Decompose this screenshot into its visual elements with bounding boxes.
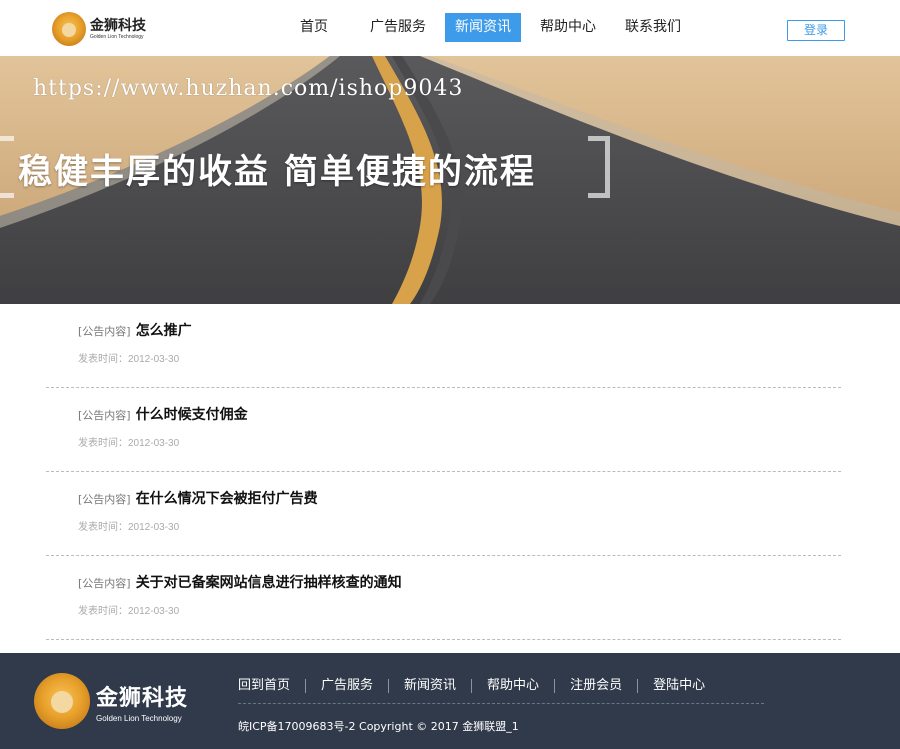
lion-logo-icon [52, 12, 86, 46]
footer-link-register[interactable]: 注册会员 [554, 679, 637, 693]
site-footer: 金狮科技 Golden Lion Technology 回到首页 广告服务 新闻… [0, 653, 900, 749]
footer-link-help[interactable]: 帮助中心 [471, 679, 554, 693]
news-tag: [公告内容] [78, 493, 131, 506]
list-item: [公告内容] 什么时候支付佣金 发表时间：2012-03-30 [46, 388, 841, 472]
nav-help[interactable]: 帮助中心 [530, 13, 606, 42]
news-tag: [公告内容] [78, 577, 131, 590]
news-list: [公告内容] 怎么推广 发表时间：2012-03-30 [公告内容] 什么时候支… [46, 304, 841, 640]
nav-home[interactable]: 首页 [290, 13, 338, 42]
footer-nav: 回到首页 广告服务 新闻资讯 帮助中心 注册会员 登陆中心 [238, 679, 764, 704]
news-title-link[interactable]: 怎么推广 [136, 323, 192, 339]
hero-banner: https://www.huzhan.com/ishop9043 稳健丰厚的收益… [0, 56, 900, 304]
login-button[interactable]: 登录 [787, 20, 845, 41]
bracket-left-decoration [0, 136, 14, 198]
news-tag: [公告内容] [78, 409, 131, 422]
footer-logo-subtitle: Golden Lion Technology [96, 713, 182, 723]
list-item: [公告内容] 在什么情况下会被拒付广告费 发表时间：2012-03-30 [46, 472, 841, 556]
logo-title: 金狮科技 [90, 17, 146, 34]
logo-subtitle: Golden Lion Technology [90, 33, 144, 40]
list-item: [公告内容] 关于对已备案网站信息进行抽样核查的通知 发表时间：2012-03-… [46, 556, 841, 640]
news-date: 发表时间：2012-03-30 [78, 354, 180, 365]
news-title-link[interactable]: 什么时候支付佣金 [136, 407, 248, 423]
footer-logo[interactable]: 金狮科技 Golden Lion Technology [34, 673, 188, 729]
footer-logo-title: 金狮科技 [96, 685, 189, 711]
news-tag: [公告内容] [78, 325, 131, 338]
site-header: 金狮科技 Golden Lion Technology 首页 广告服务 新闻资讯… [0, 0, 900, 56]
news-date: 发表时间：2012-03-30 [78, 438, 180, 449]
watermark-url: https://www.huzhan.com/ishop9043 [33, 76, 464, 101]
banner-slogan: 稳健丰厚的收益 简单便捷的流程 [18, 152, 536, 192]
news-date: 发表时间：2012-03-30 [78, 522, 180, 533]
nav-contact[interactable]: 联系我们 [615, 13, 691, 42]
news-date: 发表时间：2012-03-30 [78, 606, 180, 617]
footer-link-news[interactable]: 新闻资讯 [388, 679, 471, 693]
footer-link-login[interactable]: 登陆中心 [637, 679, 720, 693]
footer-link-ad-service[interactable]: 广告服务 [305, 679, 388, 693]
news-title-link[interactable]: 在什么情况下会被拒付广告费 [136, 491, 318, 507]
bracket-right-decoration [588, 136, 610, 198]
lion-logo-icon [34, 673, 90, 729]
footer-link-home[interactable]: 回到首页 [238, 679, 305, 693]
nav-news[interactable]: 新闻资讯 [445, 13, 521, 42]
news-title-link[interactable]: 关于对已备案网站信息进行抽样核查的通知 [136, 575, 402, 591]
copyright-text: 皖ICP备17009683号-2 Copyright © 2017 金狮联盟_1 [238, 720, 519, 733]
list-item: [公告内容] 怎么推广 发表时间：2012-03-30 [46, 304, 841, 388]
main-nav: 首页 广告服务 新闻资讯 帮助中心 联系我们 [290, 13, 700, 42]
nav-ad-service[interactable]: 广告服务 [360, 13, 436, 42]
site-logo[interactable]: 金狮科技 Golden Lion Technology [52, 12, 146, 46]
